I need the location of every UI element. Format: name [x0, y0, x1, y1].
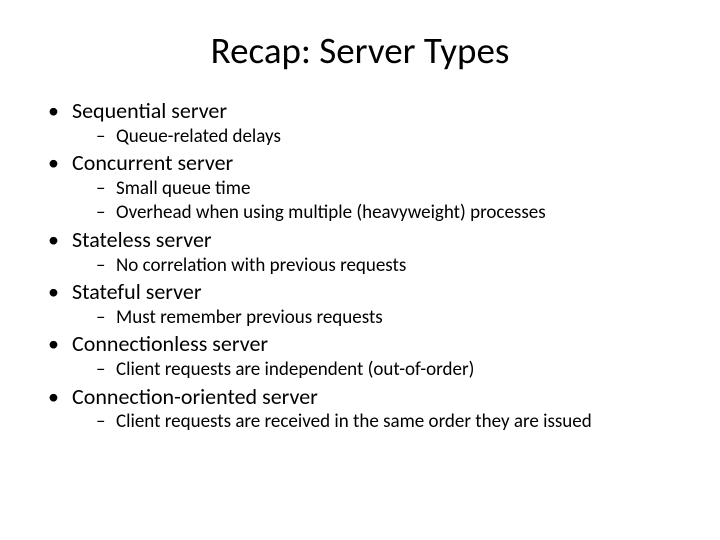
- sub-list: Queue-related delays: [72, 125, 680, 150]
- sub-list: Must remember previous requests: [72, 306, 680, 331]
- list-item-label: Stateful server: [72, 278, 202, 305]
- list-item-label: Stateless server: [72, 226, 212, 253]
- list-item-label: Connectionless server: [72, 330, 268, 357]
- sub-list-item: Client requests are independent (out-of-…: [72, 358, 680, 383]
- sub-list: Client requests are received in the same…: [72, 410, 680, 435]
- sub-list-item: Client requests are received in the same…: [72, 410, 680, 435]
- bullet-list: Sequential server Queue-related delays C…: [40, 97, 680, 435]
- list-item: Stateless server No correlation with pre…: [40, 226, 680, 278]
- sub-list: Client requests are independent (out-of-…: [72, 358, 680, 383]
- sub-list-item: Small queue time: [72, 177, 680, 202]
- slide-title: Recap: Server Types: [40, 28, 680, 73]
- sub-list-item: Must remember previous requests: [72, 306, 680, 331]
- list-item: Stateful server Must remember previous r…: [40, 278, 680, 330]
- sub-list-item: No correlation with previous requests: [72, 254, 680, 279]
- list-item-label: Sequential server: [72, 97, 227, 124]
- list-item: Sequential server Queue-related delays: [40, 97, 680, 149]
- list-item-label: Concurrent server: [72, 149, 233, 176]
- sub-list: Small queue time Overhead when using mul…: [72, 177, 680, 226]
- list-item: Connection-oriented server Client reques…: [40, 383, 680, 435]
- list-item-label: Connection-oriented server: [72, 383, 318, 410]
- sub-list: No correlation with previous requests: [72, 254, 680, 279]
- list-item: Concurrent server Small queue time Overh…: [40, 149, 680, 226]
- sub-list-item: Queue-related delays: [72, 125, 680, 150]
- sub-list-item: Overhead when using multiple (heavyweigh…: [72, 201, 680, 226]
- list-item: Connectionless server Client requests ar…: [40, 330, 680, 382]
